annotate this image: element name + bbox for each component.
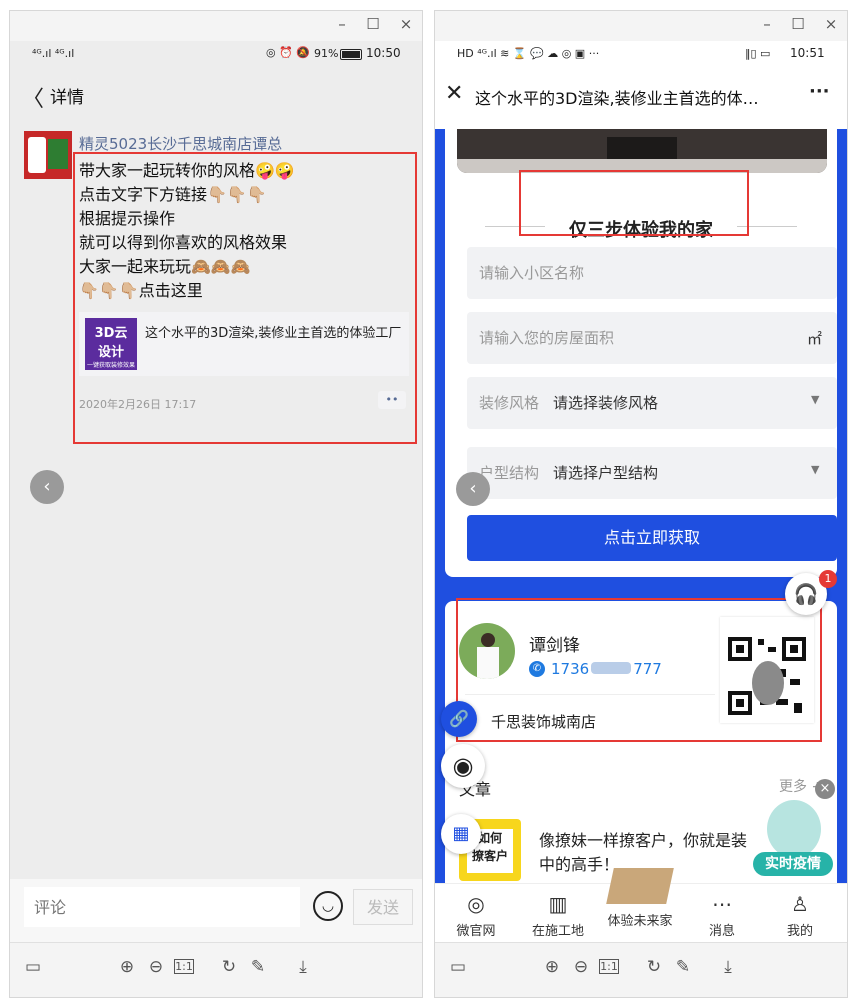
battery-icon	[340, 49, 362, 60]
close-widget-icon[interactable]: ×	[815, 779, 835, 799]
zoom-out-icon[interactable]: ⊖	[145, 957, 167, 977]
minimize-icon[interactable]: –	[332, 15, 352, 33]
style-select[interactable]: 装修风格 请选择装修风格 ▼	[467, 377, 837, 429]
back-icon[interactable]: 〈	[22, 81, 44, 113]
zoom-in-icon[interactable]: ⊕	[541, 957, 563, 977]
status-icons-right: ‖▯ ▭	[745, 47, 771, 60]
tab-home[interactable]: ◎ 微官网	[437, 884, 515, 939]
back-float-icon[interactable]: ‹	[456, 472, 490, 506]
edit-icon[interactable]: ✎	[247, 957, 269, 977]
sidebar-toggle-icon[interactable]: ▭	[447, 957, 469, 977]
menu-icon[interactable]: ···	[809, 81, 830, 102]
highlight-box	[519, 170, 749, 236]
comment-input[interactable]	[24, 887, 300, 927]
building-icon: ▥	[548, 892, 568, 916]
tab-experience[interactable]: 体验未来家	[601, 868, 679, 929]
back-float-icon[interactable]: ‹	[30, 470, 64, 504]
link-icon[interactable]: 🔗	[441, 701, 477, 737]
close-icon[interactable]: ✕	[445, 81, 463, 106]
structure-label: 户型结构	[479, 464, 540, 482]
tab-bar: ◎ 微官网 ▥ 在施工地 体验未来家 ⋯ 消息 ♙ 我的	[435, 868, 847, 944]
epidemic-widget[interactable]: 实时疫情	[753, 800, 835, 880]
rotate-icon[interactable]: ↻	[643, 957, 665, 977]
status-bar: ⁴ᴳ.ıl ⁴ᴳ.ıl ◎ ⏰ 🔕 91% 10:50	[10, 41, 422, 69]
structure-select[interactable]: 户型结构 请选择户型结构 ▼	[467, 447, 837, 499]
signal-icons: ⁴ᴳ.ıl ⁴ᴳ.ıl	[32, 47, 75, 60]
comment-bar: ◡ 发送	[10, 879, 422, 947]
actual-size-icon[interactable]: 1:1	[174, 959, 194, 974]
avatar[interactable]	[24, 131, 72, 179]
nav-bar: 〈 详情	[10, 69, 422, 129]
battery-percent: 91%	[314, 47, 339, 60]
right-phone-window: – ☐ × HD ⁴ᴳ.ıl ≋ ⌛ 💬 ☁ ◎ ▣ ··· ‖▯ ▭ 10:5…	[434, 10, 848, 998]
tab-profile[interactable]: ♙ 我的	[761, 884, 839, 939]
user-icon: ♙	[791, 892, 809, 916]
house-model-icon	[606, 868, 674, 904]
tab-messages[interactable]: ⋯ 消息	[683, 884, 761, 939]
submit-button[interactable]: 点击立即获取	[467, 515, 837, 561]
compass-icon: ◎	[467, 892, 485, 916]
left-phone-window: – ☐ × ⁴ᴳ.ıl ⁴ᴳ.ıl ◎ ⏰ 🔕 91% 10:50 〈 详情 精…	[9, 10, 423, 998]
style-value: 请选择装修风格	[553, 394, 659, 412]
zoom-in-icon[interactable]: ⊕	[116, 957, 138, 977]
tab-sites[interactable]: ▥ 在施工地	[519, 884, 597, 939]
minimize-icon[interactable]: –	[757, 15, 777, 33]
structure-value: 请选择户型结构	[553, 464, 659, 482]
send-button[interactable]: 发送	[353, 889, 413, 925]
nav-bar: ✕ 这个水平的3D渲染,装修业主首选的体… ···	[435, 69, 847, 129]
community-input[interactable]: 请输入小区名称	[467, 247, 837, 299]
edit-icon[interactable]: ✎	[672, 957, 694, 977]
maximize-icon[interactable]: ☐	[363, 15, 383, 33]
rotate-icon[interactable]: ↻	[218, 957, 240, 977]
page-title: 详情	[50, 88, 84, 108]
dropdown-arrow-icon: ▼	[811, 393, 820, 406]
viewer-toolbar: ▭ ⊕ ⊖ 1:1 ↻ ✎ ⤓	[10, 942, 422, 997]
window-titlebar: – ☐ ×	[10, 11, 422, 41]
download-icon[interactable]: ⤓	[717, 957, 739, 977]
aperture-icon[interactable]: ◉	[441, 744, 485, 788]
notification-badge: 1	[819, 570, 837, 588]
sidebar-toggle-icon[interactable]: ▭	[22, 957, 44, 977]
qr-scan-icon[interactable]: ▦	[441, 814, 481, 854]
chat-icon: ⋯	[712, 892, 732, 916]
area-unit: ㎡	[807, 330, 823, 348]
close-window-icon[interactable]: ×	[821, 15, 841, 33]
highlight-box	[73, 152, 417, 444]
download-icon[interactable]: ⤓	[292, 957, 314, 977]
emoji-icon[interactable]: ◡	[313, 891, 343, 921]
viewer-toolbar: ▭ ⊕ ⊖ 1:1 ↻ ✎ ⤓	[435, 942, 847, 997]
status-icons-left: HD ⁴ᴳ.ıl ≋ ⌛ 💬 ☁ ◎ ▣ ···	[457, 47, 600, 60]
zoom-out-icon[interactable]: ⊖	[570, 957, 592, 977]
style-label: 装修风格	[479, 394, 540, 412]
page-content: 仅三步体验我的家 请输入小区名称 请输入您的房屋面积 ㎡ 装修风格 请选择装修风…	[435, 129, 847, 893]
page-title: 这个水平的3D渲染,装修业主首选的体…	[475, 89, 759, 108]
hero-image	[457, 129, 827, 173]
highlight-box	[456, 598, 822, 742]
maximize-icon[interactable]: ☐	[788, 15, 808, 33]
close-window-icon[interactable]: ×	[396, 15, 416, 33]
dropdown-arrow-icon: ▼	[811, 463, 820, 476]
status-icons: ◎ ⏰ 🔕	[266, 46, 310, 59]
actual-size-icon[interactable]: 1:1	[599, 959, 619, 974]
status-time: 10:51	[790, 46, 825, 60]
status-bar: HD ⁴ᴳ.ıl ≋ ⌛ 💬 ☁ ◎ ▣ ··· ‖▯ ▭ 10:51	[435, 41, 847, 69]
status-time: 10:50	[366, 46, 401, 60]
author-name[interactable]: 精灵5023长沙千思城南店谭总	[79, 133, 282, 154]
area-input[interactable]: 请输入您的房屋面积 ㎡	[467, 312, 837, 364]
window-titlebar: – ☐ ×	[435, 11, 847, 41]
